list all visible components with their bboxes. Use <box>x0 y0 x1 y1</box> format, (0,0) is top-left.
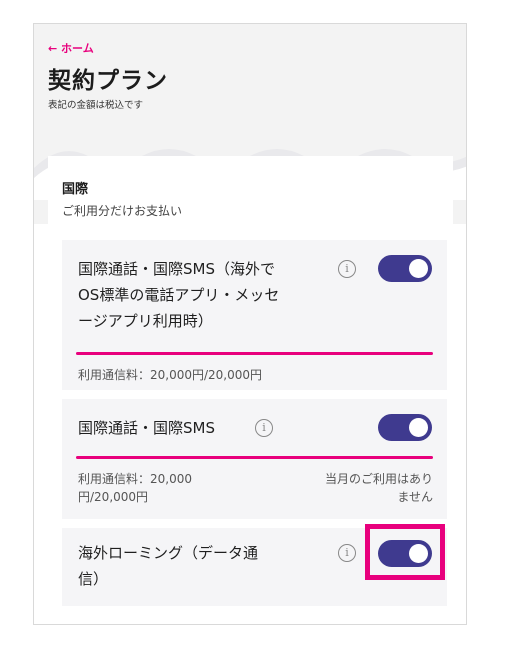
usage-status-text: 当月のご利用はあり ません <box>324 472 433 504</box>
international-section: 国際 ご利用分だけお支払い 国際通話・国際SMS（海外で OS標準の電話アプリ・… <box>48 156 453 624</box>
plan-item-label: 国際通話・国際SMS（海外で OS標準の電話アプリ・メッセ ージアプリ利用時） <box>78 260 280 330</box>
highlight-box <box>365 524 445 580</box>
usage-fee-text: 利用通信料：20,000 円/20,000円 <box>78 472 192 504</box>
plan-panel: ← ホーム 契約プラン 表記の金額は税込です 国際 ご利用分だけお支払い 国際通… <box>33 23 467 625</box>
usage-bar <box>76 456 433 459</box>
section-title: 国際 <box>62 182 89 197</box>
usage-bar <box>76 352 433 355</box>
plan-item-international-call-os: 国際通話・国際SMS（海外で OS標準の電話アプリ・メッセ ージアプリ利用時） … <box>62 240 447 390</box>
plan-item-international-call: 国際通話・国際SMS i 利用通信料：20,000 円/20,000円 当月のご… <box>62 399 447 519</box>
toggle-switch[interactable] <box>378 255 432 282</box>
page-title: 契約プラン <box>48 68 168 94</box>
tax-note: 表記の金額は税込です <box>48 100 144 111</box>
plan-item-label: 国際通話・国際SMS <box>78 419 215 437</box>
info-icon[interactable]: i <box>255 419 273 437</box>
usage-fee-text: 利用通信料：20,000円/20,000円 <box>78 368 263 382</box>
toggle-switch[interactable] <box>378 414 432 441</box>
info-icon[interactable]: i <box>338 260 356 278</box>
info-icon[interactable]: i <box>338 544 356 562</box>
back-home-link[interactable]: ← ホーム <box>48 40 94 56</box>
plan-item-roaming: 海外ローミング（データ通 信） i <box>62 524 447 606</box>
section-subtitle: ご利用分だけお支払い <box>62 204 183 218</box>
toggle-knob <box>409 259 428 278</box>
plan-item-label: 海外ローミング（データ通 信） <box>78 544 259 588</box>
toggle-knob <box>409 418 428 437</box>
